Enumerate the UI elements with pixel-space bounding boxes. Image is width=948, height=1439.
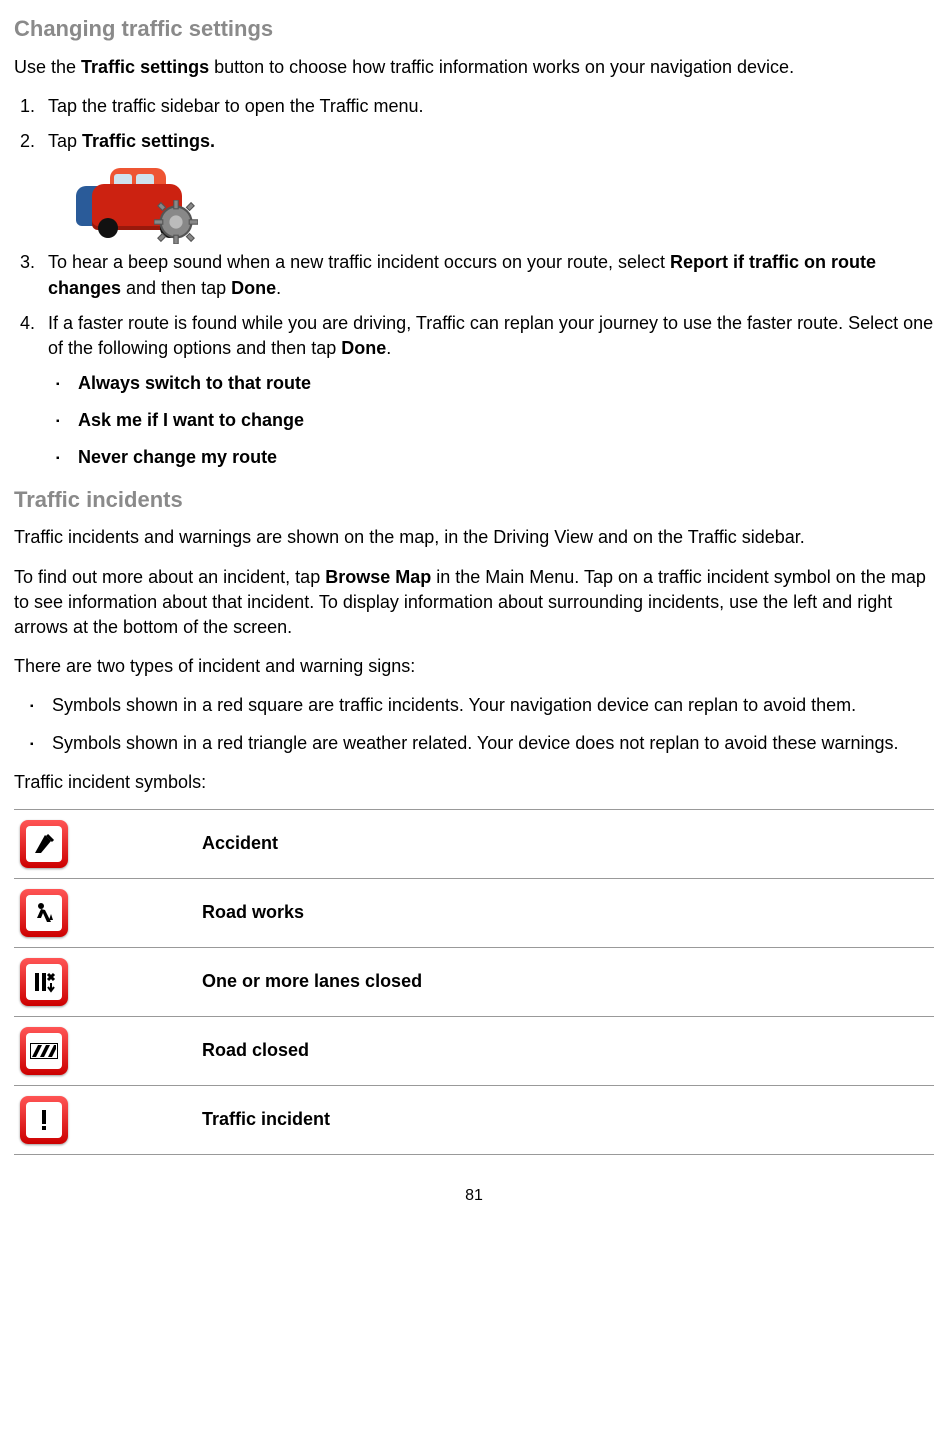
- step-1: Tap the traffic sidebar to open the Traf…: [40, 94, 934, 119]
- step-2: Tap Traffic settings.: [40, 129, 934, 240]
- road-closed-icon: [20, 1027, 68, 1075]
- traffic-incident-icon: [20, 1096, 68, 1144]
- icon-cell: [14, 809, 196, 878]
- incidents-para1: Traffic incidents and warnings are shown…: [14, 525, 934, 550]
- heading-traffic-incidents: Traffic incidents: [14, 485, 934, 516]
- heading-changing-traffic: Changing traffic settings: [14, 14, 934, 45]
- text: Use the: [14, 57, 81, 77]
- table-row: One or more lanes closed: [14, 947, 934, 1016]
- table-row: Road works: [14, 878, 934, 947]
- text: Tap: [48, 131, 82, 151]
- icon-cell: [14, 878, 196, 947]
- text: To hear a beep sound when a new traffic …: [48, 252, 670, 272]
- text-bold: Never change my route: [78, 447, 277, 467]
- table-row: Road closed: [14, 1016, 934, 1085]
- symbol-label: Road closed: [196, 1016, 934, 1085]
- text: If a faster route is found while you are…: [48, 313, 933, 358]
- list-item: Symbols shown in a red square are traffi…: [22, 693, 934, 718]
- text: Symbols shown in a red triangle are weat…: [52, 733, 899, 753]
- step-4: If a faster route is found while you are…: [40, 311, 934, 471]
- text-bold: Ask me if I want to change: [78, 410, 304, 430]
- incident-types-list: Symbols shown in a red square are traffi…: [14, 693, 934, 755]
- steps-list: Tap the traffic sidebar to open the Traf…: [14, 94, 934, 471]
- list-item: Symbols shown in a red triangle are weat…: [22, 731, 934, 756]
- symbol-label: Traffic incident: [196, 1085, 934, 1154]
- symbol-label: Road works: [196, 878, 934, 947]
- options-list: Always switch to that route Ask me if I …: [48, 371, 934, 471]
- symbols-table: Accident Road works One or more lanes cl…: [14, 809, 934, 1155]
- option-always-switch: Always switch to that route: [56, 371, 934, 396]
- icon-cell: [14, 1016, 196, 1085]
- text: To find out more about an incident, tap: [14, 567, 325, 587]
- icon-cell: [14, 947, 196, 1016]
- text: Symbols shown in a red square are traffi…: [52, 695, 856, 715]
- traffic-settings-icon: [74, 160, 194, 240]
- symbol-label: One or more lanes closed: [196, 947, 934, 1016]
- step-3: To hear a beep sound when a new traffic …: [40, 250, 934, 300]
- page-number: 81: [14, 1185, 934, 1207]
- accident-icon: [20, 820, 68, 868]
- incidents-para2: To find out more about an incident, tap …: [14, 565, 934, 641]
- gear-icon: [154, 200, 198, 244]
- table-row: Traffic incident: [14, 1085, 934, 1154]
- text: and then tap: [121, 278, 231, 298]
- intro-paragraph: Use the Traffic settings button to choos…: [14, 55, 934, 80]
- text: .: [386, 338, 391, 358]
- option-never-change: Never change my route: [56, 445, 934, 470]
- table-caption: Traffic incident symbols:: [14, 770, 934, 795]
- symbol-label: Accident: [196, 809, 934, 878]
- lanes-closed-icon: [20, 958, 68, 1006]
- text-bold: Always switch to that route: [78, 373, 311, 393]
- text-bold: Traffic settings: [81, 57, 209, 77]
- incidents-para3: There are two types of incident and warn…: [14, 654, 934, 679]
- table-row: Accident: [14, 809, 934, 878]
- text-bold: Done: [341, 338, 386, 358]
- roadworks-icon: [20, 889, 68, 937]
- text: button to choose how traffic information…: [209, 57, 794, 77]
- text: .: [276, 278, 281, 298]
- icon-cell: [14, 1085, 196, 1154]
- text-bold: Traffic settings.: [82, 131, 215, 151]
- text-bold: Browse Map: [325, 567, 431, 587]
- text-bold: Done: [231, 278, 276, 298]
- option-ask-me: Ask me if I want to change: [56, 408, 934, 433]
